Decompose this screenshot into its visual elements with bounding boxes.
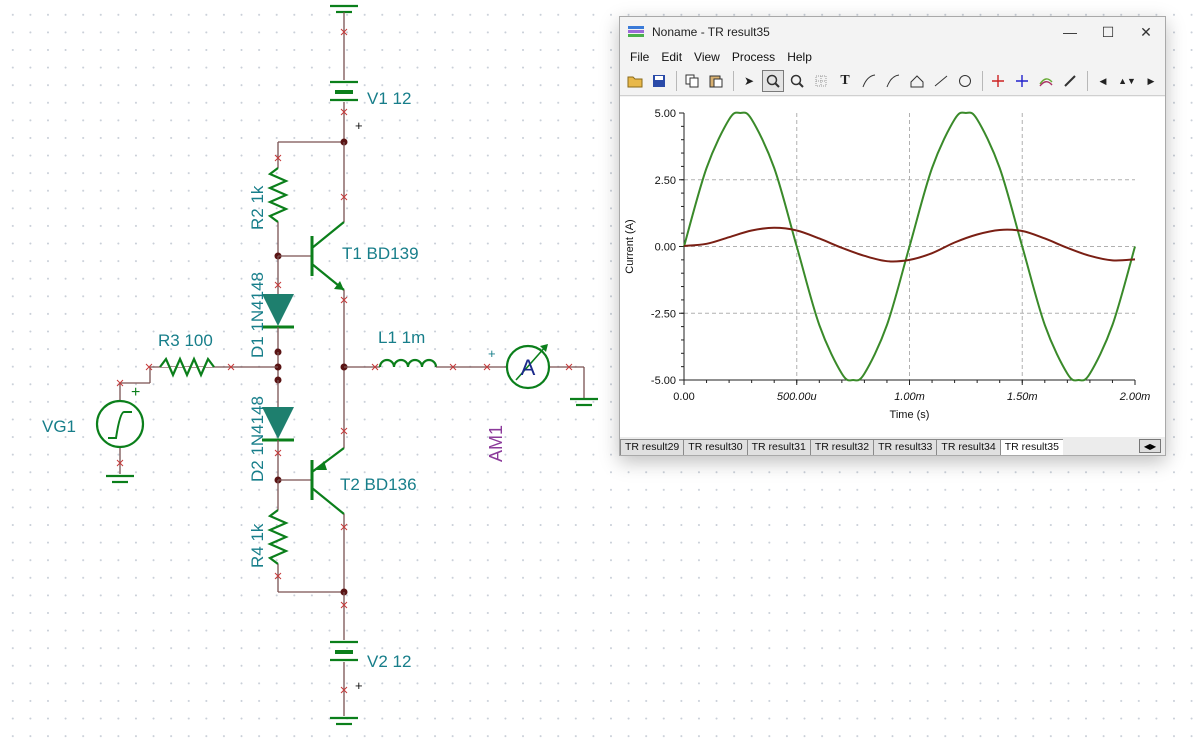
x-tick-label: 0.00 — [673, 391, 694, 403]
axes: 0.00 500.00u 1.00m 1.50m 2.00m 5.00 2.50 0.00 -2… — [651, 108, 1150, 403]
tab-tr-result35[interactable]: TR result35 — [999, 439, 1063, 455]
ground-symbol-vg1 — [106, 474, 134, 484]
l1-label: L1 1m — [378, 328, 425, 347]
battery-v2[interactable] — [330, 640, 358, 716]
nav-left-icon[interactable]: ◀ — [1092, 70, 1114, 92]
maximize-icon[interactable]: ☐ — [1089, 17, 1127, 47]
current-plot[interactable]: 0.00 500.00u 1.00m 1.50m 2.00m 5.00 2.50 0.00 -2… — [620, 97, 1165, 437]
paste-icon[interactable] — [705, 70, 727, 92]
menu-file[interactable]: File — [624, 50, 655, 64]
save-icon[interactable] — [648, 70, 670, 92]
tab-tr-result33[interactable]: TR result33 — [873, 439, 937, 455]
curve-icon[interactable] — [1035, 70, 1057, 92]
nav-right-icon[interactable]: ▶ — [1140, 70, 1162, 92]
results-window[interactable]: Noname - TR result35 — ☐ ✕ File Edit Vie… — [619, 16, 1166, 456]
ellipse-tool-icon[interactable] — [954, 70, 976, 92]
menu-process[interactable]: Process — [726, 50, 781, 64]
resistor-r3[interactable] — [159, 356, 215, 378]
transistor-t1[interactable] — [278, 142, 345, 367]
nav-updown-icon[interactable]: ▲▼ — [1116, 70, 1138, 92]
cursor-a-icon[interactable] — [858, 70, 880, 92]
ground-symbol-am1 — [570, 397, 598, 407]
x-tick-label: 1.50m — [1007, 391, 1038, 403]
pointer-icon[interactable]: ➤ — [738, 70, 760, 92]
ground-symbol-bottom — [330, 716, 358, 726]
menu-bar: File Edit View Process Help — [620, 47, 1165, 67]
zoom-100-icon[interactable] — [786, 70, 808, 92]
t1-label: T1 BD139 — [342, 244, 419, 263]
v2-label: V2 12 — [367, 652, 411, 671]
open-icon[interactable] — [624, 70, 646, 92]
t2-label: T2 BD136 — [340, 475, 417, 494]
r2-label: R2 1k — [248, 185, 267, 230]
line-tool-icon[interactable] — [930, 70, 952, 92]
x-axis-label: Time (s) — [890, 409, 930, 421]
vg1-label: VG1 — [42, 417, 76, 436]
y-axis-label: Current (A) — [624, 219, 636, 273]
resistor-r4[interactable] — [267, 480, 289, 592]
ammeter-am1[interactable]: A — [505, 344, 551, 390]
minimize-icon[interactable]: — — [1051, 17, 1089, 47]
y-tick-label: 5.00 — [655, 108, 676, 120]
x-tick-label: 1.00m — [894, 391, 925, 403]
window-title: Noname - TR result35 — [652, 25, 770, 39]
menu-help[interactable]: Help — [781, 50, 818, 64]
tab-tr-result29[interactable]: TR result29 — [620, 439, 684, 455]
d2-label: D2 1N4148 — [248, 396, 267, 482]
inductor-l1[interactable] — [378, 358, 438, 368]
v1-label: V1 12 — [367, 89, 411, 108]
am1-label: AM1 — [486, 425, 506, 462]
tab-scroll-icon[interactable]: ◀▶ — [1139, 439, 1161, 453]
v1-plus-sign: + — [355, 118, 363, 133]
pen-icon[interactable] — [1059, 70, 1081, 92]
y-tick-label: 0.00 — [655, 242, 676, 254]
title-bar[interactable]: Noname - TR result35 — ☐ ✕ — [620, 17, 1165, 47]
vg1-plus-sign: + — [131, 384, 140, 401]
grid-icon[interactable] — [810, 70, 832, 92]
tab-tr-result34[interactable]: TR result34 — [936, 439, 1000, 455]
x-tick-label: 500.00u — [777, 391, 817, 403]
d1-label: D1 1N4148 — [248, 272, 267, 358]
copy-icon[interactable] — [681, 70, 703, 92]
diagram-icon[interactable] — [906, 70, 928, 92]
toolbar: ➤ T ◀ ▲▼ ▶ — [620, 67, 1165, 96]
close-icon[interactable]: ✕ — [1127, 17, 1165, 47]
cursor-b-icon[interactable] — [882, 70, 904, 92]
result-tabs: TR result29 TR result30 TR result31 TR r… — [620, 437, 1165, 455]
app-icon — [628, 25, 644, 39]
marker-a-icon[interactable] — [987, 70, 1009, 92]
y-tick-label: -5.00 — [651, 375, 676, 387]
ground-symbol-top — [330, 4, 358, 80]
v2-plus-sign: + — [355, 678, 363, 693]
tab-tr-result32[interactable]: TR result32 — [809, 439, 874, 455]
transistor-t2[interactable] — [278, 367, 345, 592]
y-tick-label: 2.50 — [655, 175, 676, 187]
resistor-r2[interactable] — [267, 167, 289, 256]
menu-edit[interactable]: Edit — [655, 50, 688, 64]
menu-view[interactable]: View — [688, 50, 726, 64]
zoom-in-icon[interactable] — [762, 70, 784, 92]
marker-b-icon[interactable] — [1011, 70, 1033, 92]
text-tool-icon[interactable]: T — [834, 70, 856, 92]
tab-tr-result30[interactable]: TR result30 — [683, 439, 747, 455]
y-tick-label: -2.50 — [651, 308, 676, 320]
x-tick-label: 2.00m — [1119, 391, 1151, 403]
ammeter-letter: A — [521, 355, 536, 380]
plot-area[interactable]: 0.00 500.00u 1.00m 1.50m 2.00m 5.00 2.50 0.00 -2… — [620, 97, 1165, 437]
am1-plus-sign: + — [488, 346, 496, 361]
r4-label: R4 1k — [248, 523, 267, 568]
tab-tr-result31[interactable]: TR result31 — [746, 439, 810, 455]
r3-label: R3 100 — [158, 331, 213, 350]
